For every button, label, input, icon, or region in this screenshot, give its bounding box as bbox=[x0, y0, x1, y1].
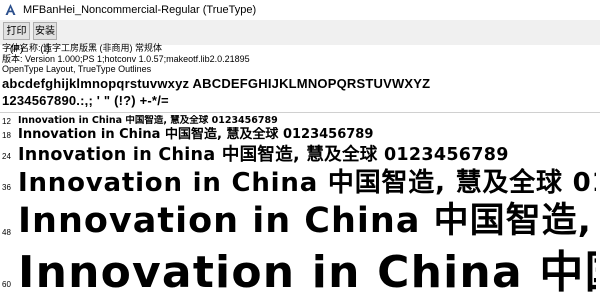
window-title: MFBanHei_Noncommercial-Regular (TrueType… bbox=[23, 4, 257, 16]
sample-row: 48 Innovation in China 中国智造, 慧及全球 012345… bbox=[0, 199, 600, 245]
preview-edge bbox=[596, 113, 600, 308]
size-label: 24 bbox=[2, 152, 11, 161]
sample-row: 24 Innovation in China 中国智造, 慧及全球 012345… bbox=[0, 143, 600, 167]
font-name-line: 字体名称: 造字工房版黑 (非商用) 常规体 bbox=[2, 43, 162, 53]
sample-row: 36 Innovation in China 中国智造, 慧及全球 012345… bbox=[0, 167, 600, 199]
section-divider bbox=[0, 112, 600, 113]
charset-digits-symbols: 1234567890.:,; ' " (!?) +-*/= bbox=[2, 93, 169, 108]
size-label: 48 bbox=[2, 228, 11, 237]
sample-text: Innovation in China 中国智造, 慧及全球 012345678… bbox=[18, 127, 374, 142]
sample-text: Innovation in China 中国智造, 慧及全球 012345678… bbox=[18, 247, 600, 298]
size-label: 60 bbox=[2, 280, 11, 289]
title-bar: MFBanHei_Noncommercial-Regular (TrueType… bbox=[0, 0, 600, 20]
sample-text: Innovation in China 中国智造, 慧及全球 012345678… bbox=[18, 201, 600, 241]
charset-letters: abcdefghijklmnopqrstuvwxyz ABCDEFGHIJKLM… bbox=[2, 76, 431, 91]
sample-row: 18 Innovation in China 中国智造, 慧及全球 012345… bbox=[0, 127, 600, 143]
size-label: 36 bbox=[2, 183, 11, 192]
sample-row: 12 Innovation in China 中国智造, 慧及全球 012345… bbox=[0, 115, 600, 127]
toolbar: 打印(P) 安装(I) bbox=[0, 20, 600, 55]
size-label: 18 bbox=[2, 131, 11, 140]
sample-text: Innovation in China 中国智造, 慧及全球 012345678… bbox=[18, 115, 278, 126]
size-label: 12 bbox=[2, 117, 11, 126]
print-button[interactable]: 打印(P) bbox=[3, 22, 30, 55]
font-viewer-icon bbox=[5, 4, 16, 15]
install-button[interactable]: 安装(I) bbox=[33, 22, 57, 55]
sample-text: Innovation in China 中国智造, 慧及全球 012345678… bbox=[18, 168, 600, 198]
sample-text: Innovation in China 中国智造, 慧及全球 012345678… bbox=[18, 145, 509, 165]
font-type-line: OpenType Layout, TrueType Outlines bbox=[2, 64, 152, 74]
sample-row: 60 Innovation in China 中国智造, 慧及全球 012345… bbox=[0, 245, 600, 308]
font-version-line: 版本: Version 1.000;PS 1;hotconv 1.0.57;ma… bbox=[2, 54, 250, 64]
font-viewer-window: MFBanHei_Noncommercial-Regular (TrueType… bbox=[0, 0, 600, 308]
